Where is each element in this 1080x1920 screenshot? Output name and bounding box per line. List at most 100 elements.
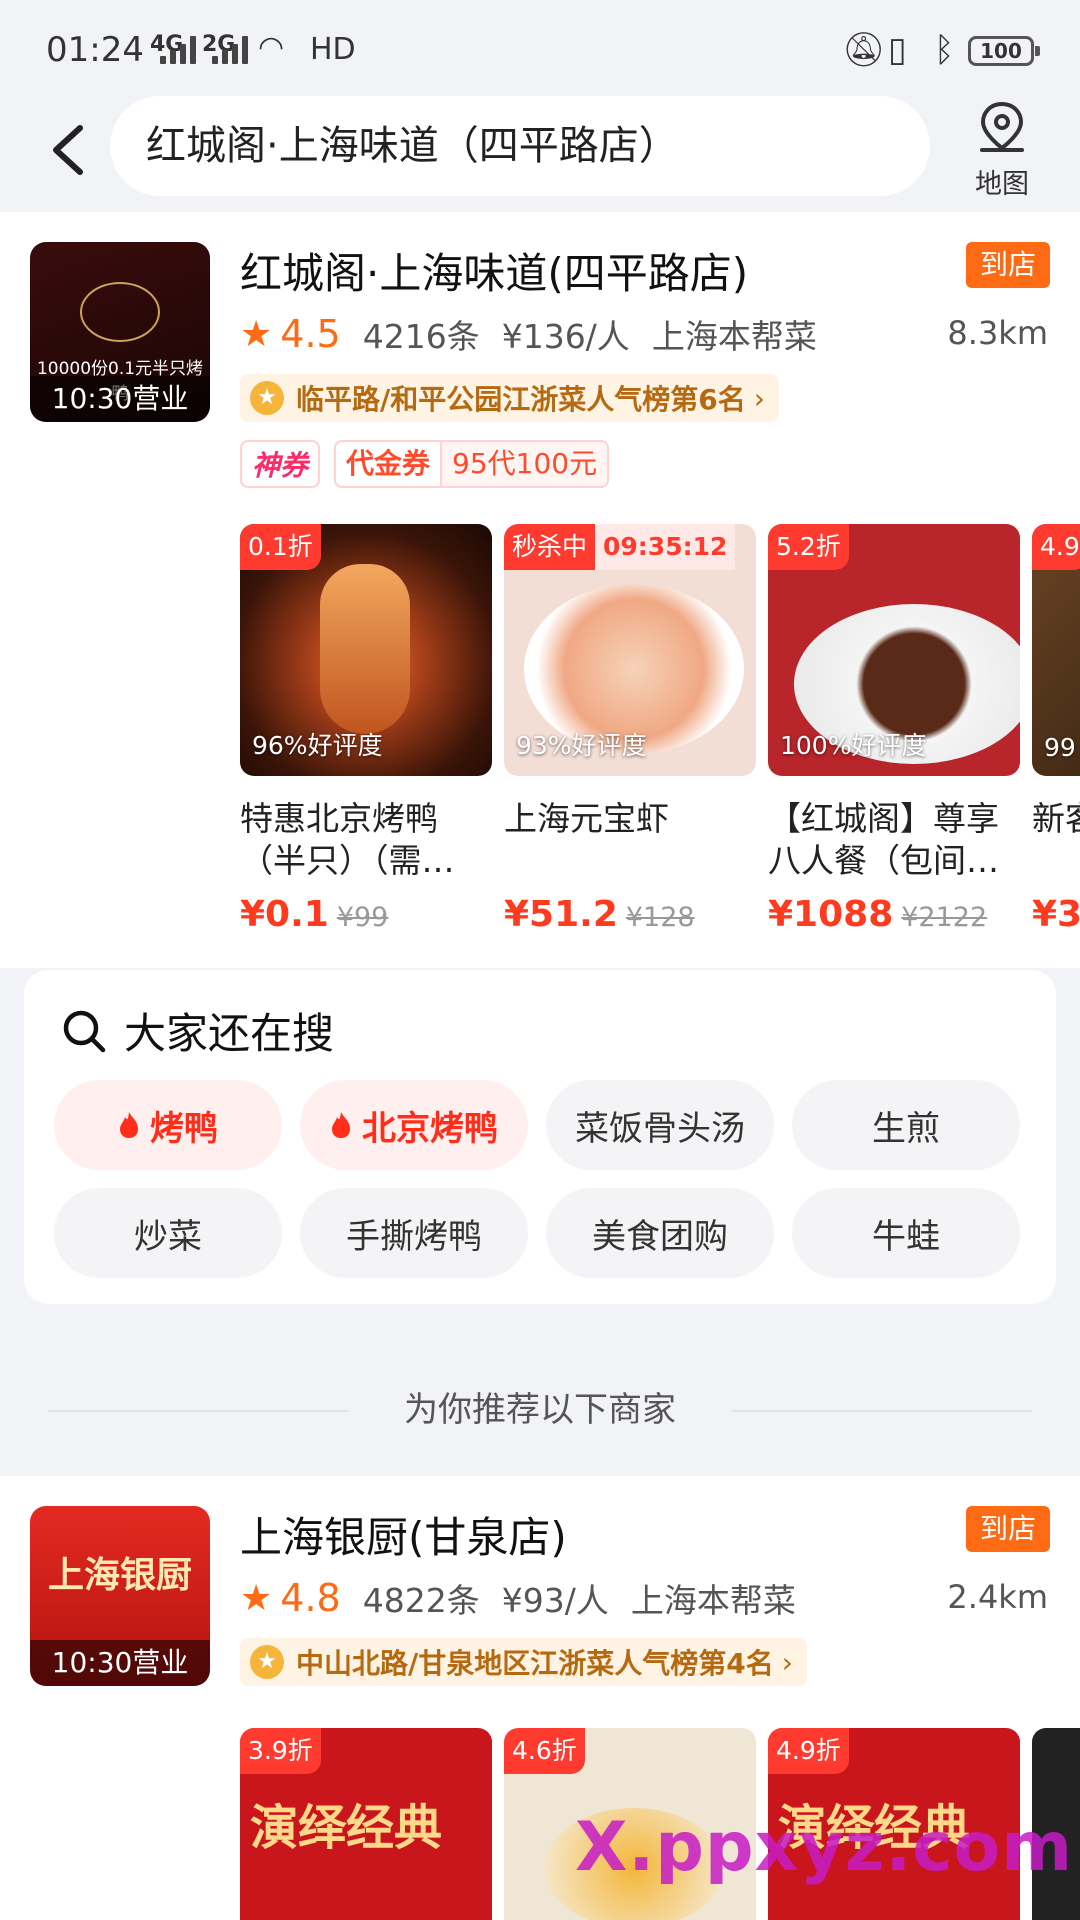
deal-item[interactable]: 0.1折 96%好评度 特惠北京烤鸭（半只）（需… ¥0.1 ¥99	[240, 524, 492, 935]
search-chip[interactable]: 炒菜	[54, 1188, 282, 1278]
deal-price: ¥39	[1032, 894, 1080, 935]
deal-image: 演绎经典 3.9折	[240, 1728, 492, 1920]
discount-badge: 4.6折	[504, 1728, 585, 1774]
rating-percent: 100%好评度	[780, 731, 927, 760]
search-chip[interactable]: 北京烤鸭	[300, 1080, 528, 1170]
discount-badge: 5.2折	[768, 524, 849, 570]
deal-title: 特惠北京烤鸭（半只）（需…	[240, 799, 455, 880]
merchant-name[interactable]: 上海银厨(甘泉店)	[240, 1504, 567, 1565]
deal-image: 0.1折 96%好评度	[240, 524, 492, 776]
search-chip[interactable]: 美食团购	[546, 1188, 774, 1278]
status-bar: 01:24 4G 2G ◠ HD 🔕︎ ▯ ᛒ 100	[0, 0, 1080, 96]
mute-icon: 🔕︎	[842, 30, 886, 70]
in-store-badge: 到店	[966, 1506, 1050, 1552]
clock: 01:24	[46, 30, 144, 70]
deal-image: 4.9 99	[1032, 524, 1080, 776]
shen-coupon-tag: 神券	[240, 440, 321, 488]
battery-icon: 100	[968, 36, 1040, 66]
sale-price: ¥1088	[768, 894, 894, 935]
coupon-tags: 神券 代金券 95代100元	[240, 440, 610, 488]
voucher-value: 95代100元	[442, 442, 608, 486]
original-price: ¥2122	[901, 902, 988, 933]
flash-sale-badge: 秒杀中 09:35:12	[504, 524, 736, 570]
hd-indicator: HD	[310, 32, 356, 67]
sale-price: ¥0.1	[240, 894, 329, 935]
deal-carousel[interactable]: 0.1折 96%好评度 特惠北京烤鸭（半只）（需… ¥0.1 ¥99 秒杀中 09:…	[240, 524, 1080, 964]
recommend-divider: 为你推荐以下商家	[0, 1370, 1080, 1450]
signal-icon-1	[160, 34, 196, 64]
bluetooth-icon: ᛒ	[934, 30, 955, 70]
distance: 2.4km	[947, 1578, 1048, 1616]
rating-score: 4.5	[280, 312, 341, 356]
map-button[interactable]: 地图	[962, 100, 1042, 204]
wifi-icon: ◠	[258, 30, 285, 65]
search-chip-label: 美食团购	[592, 1216, 728, 1257]
voucher-label: 代金券	[336, 442, 443, 486]
search-chip[interactable]: 牛蛙	[792, 1188, 1020, 1278]
rating-score: 4.8	[280, 1576, 341, 1620]
medal-icon: ★	[250, 1645, 284, 1679]
deal-item[interactable]: 5.2折 100%好评度 【红城阁】尊享八人餐（包间… ¥1088 ¥2122	[768, 524, 1020, 935]
divider-line	[732, 1410, 1032, 1412]
sale-price: ¥39	[1032, 894, 1080, 935]
star-icon: ★	[240, 1577, 273, 1619]
cuisine-category: 上海本帮菜	[630, 1581, 796, 1620]
merchant-meta: ★ 4.8 4822条 ¥93/人 上海本帮菜	[240, 1574, 796, 1622]
sale-price: ¥51.2	[504, 894, 618, 935]
chevron-right-icon: ›	[753, 381, 765, 415]
roast-duck-shape	[320, 564, 410, 734]
original-price: ¥99	[336, 902, 389, 933]
ranking-badge[interactable]: ★ 中山北路/甘泉地区江浙菜人气榜第4名 ›	[240, 1638, 807, 1686]
fire-icon	[332, 1112, 350, 1138]
merchant-thumbnail[interactable]: 上海银厨 10:30营业	[30, 1506, 210, 1686]
search-input[interactable]: 红城阁·上海味道（四平路店）	[110, 96, 930, 196]
deal-item[interactable]: 秒杀中 09:35:12 93%好评度 上海元宝虾 ¥51.2 ¥128	[504, 524, 756, 935]
search-chip-label: 牛蛙	[872, 1216, 940, 1257]
deal-price: ¥0.1 ¥99	[240, 894, 492, 935]
discount-badge: 3.9折	[240, 1728, 321, 1774]
deal-price: ¥1088 ¥2122	[768, 894, 1020, 935]
search-chip-label: 炒菜	[134, 1216, 202, 1257]
search-header: 红城阁·上海味道（四平路店） 地图	[0, 96, 1080, 212]
merchant-card-1[interactable]: 10000份0.1元半只烤鸭 10:30营业 红城阁·上海味道(四平路店) 到店…	[0, 212, 1080, 968]
deal-item[interactable]: 4.9 99 新客·波 ¥39	[1032, 524, 1080, 935]
map-pin-icon	[980, 101, 1024, 152]
countdown-timer: 09:35:12	[595, 524, 736, 570]
search-icon	[63, 1010, 106, 1052]
cuisine-category: 上海本帮菜	[651, 317, 817, 356]
deal-title: 【红城阁】尊享八人餐（包间…	[768, 799, 999, 880]
signal-icon-2	[212, 34, 248, 64]
vibrate-icon: ▯	[888, 30, 907, 70]
discount-badge: 0.1折	[240, 524, 321, 570]
fire-icon	[120, 1112, 138, 1138]
also-searching-panel: 大家还在搜 烤鸭 北京烤鸭 菜饭骨头汤 生煎 炒菜 手撕烤鸭 美食团购 牛蛙	[24, 970, 1056, 1304]
medal-icon: ★	[250, 381, 284, 415]
logo-emblem	[80, 282, 160, 342]
rating-percent: 96%好评度	[252, 731, 383, 760]
ranking-text: 临平路/和平公园江浙菜人气榜第6名	[296, 383, 746, 416]
merchant-meta: ★ 4.5 4216条 ¥136/人 上海本帮菜	[240, 310, 817, 358]
map-label: 地图	[975, 169, 1029, 200]
chevron-right-icon: ›	[781, 1645, 793, 1679]
deal-image: 5.2折 100%好评度	[768, 524, 1020, 776]
avg-price: ¥136/人	[501, 317, 630, 356]
ranking-text: 中山北路/甘泉地区江浙菜人气榜第4名	[296, 1647, 774, 1680]
recommend-label: 为你推荐以下商家	[404, 1390, 676, 1430]
deal-item[interactable]: 演绎经典 3.9折	[240, 1728, 492, 1920]
search-chip[interactable]: 手撕烤鸭	[300, 1188, 528, 1278]
open-time-label: 10:30营业	[30, 1640, 210, 1686]
ranking-badge[interactable]: ★ 临平路/和平公园江浙菜人气榜第6名 ›	[240, 374, 779, 422]
search-chip[interactable]: 烤鸭	[54, 1080, 282, 1170]
search-chip-label: 菜饭骨头汤	[575, 1108, 745, 1149]
search-chip[interactable]: 生煎	[792, 1080, 1020, 1170]
search-chip[interactable]: 菜饭骨头汤	[546, 1080, 774, 1170]
search-chip-label: 北京烤鸭	[362, 1108, 498, 1149]
back-arrow-icon[interactable]	[40, 114, 100, 184]
deal-title: 新客·波	[1032, 799, 1080, 838]
discount-badge: 4.9折	[768, 1728, 849, 1774]
search-chip-label: 生煎	[872, 1108, 940, 1149]
merchant-name[interactable]: 红城阁·上海味道(四平路店)	[240, 240, 748, 301]
voucher-tag: 代金券 95代100元	[334, 440, 610, 488]
merchant-thumbnail[interactable]: 10000份0.1元半只烤鸭 10:30营业	[30, 242, 210, 422]
review-count: 4822条	[362, 1581, 480, 1620]
